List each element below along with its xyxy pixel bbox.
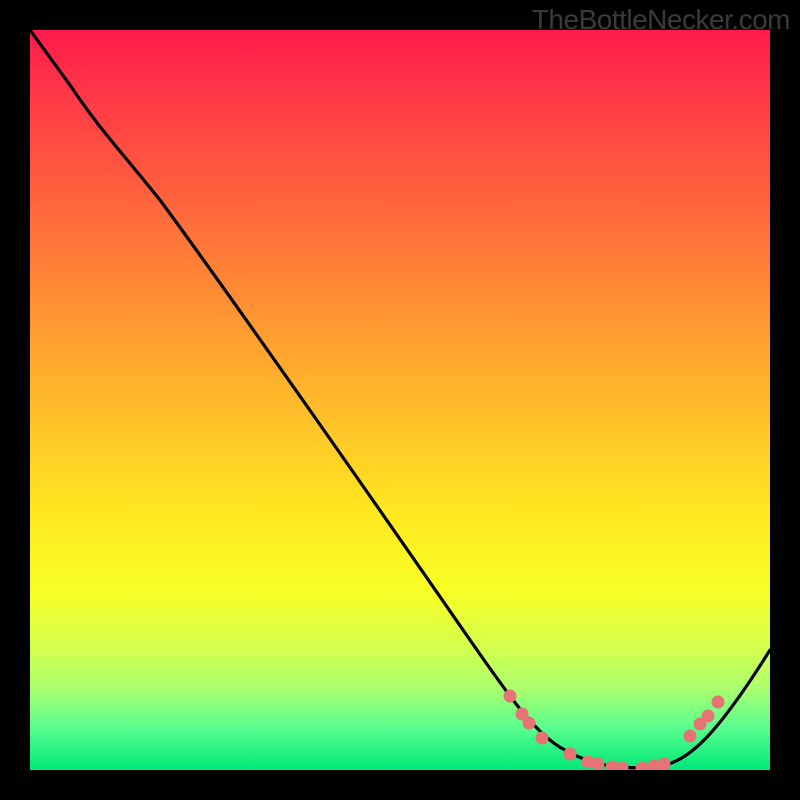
plot-area — [30, 30, 770, 770]
gradient-background — [30, 30, 770, 770]
attribution-text: TheBottleNecker.com — [532, 4, 790, 36]
chart-frame: TheBottleNecker.com — [0, 0, 800, 800]
